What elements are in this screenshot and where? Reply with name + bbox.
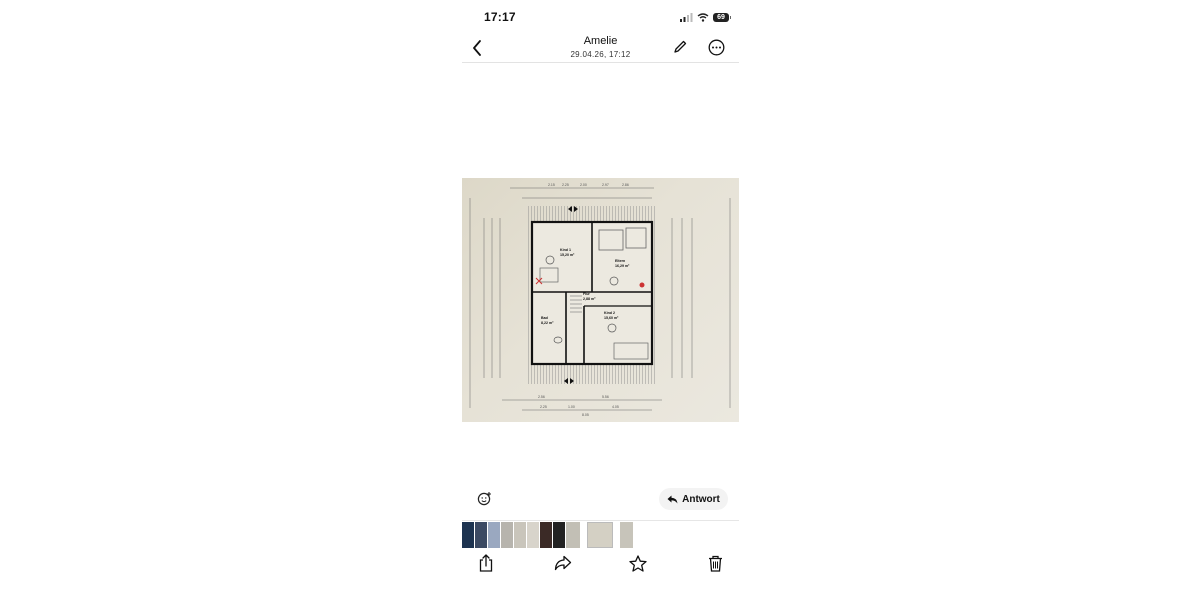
thumbnail[interactable] bbox=[540, 522, 552, 548]
share-button[interactable] bbox=[475, 552, 497, 574]
dim-top-4: 2.97 bbox=[602, 183, 609, 187]
floor-plan-photo[interactable]: 2.15 2.25 2.00 2.97 2.86 2.56 5.56 2.25 … bbox=[462, 178, 739, 422]
thumbnail[interactable] bbox=[566, 522, 580, 548]
photo-timestamp: 29.04.26, 17:12 bbox=[570, 50, 631, 59]
dim-top-5: 2.86 bbox=[622, 183, 629, 187]
dim-bottom-1: 2.56 bbox=[538, 395, 545, 399]
thumbnail[interactable] bbox=[475, 522, 487, 548]
dim-bottom-2: 5.56 bbox=[602, 395, 609, 399]
status-icons: 69 bbox=[680, 10, 731, 24]
thumbnail[interactable] bbox=[501, 522, 513, 548]
thumbnail[interactable] bbox=[462, 522, 474, 548]
signal-icon bbox=[680, 12, 693, 22]
more-icon bbox=[708, 39, 724, 55]
room-kind2-area: 15,60 m² bbox=[604, 316, 619, 320]
thumbnail-current[interactable] bbox=[587, 522, 613, 548]
thumbnail[interactable] bbox=[553, 522, 565, 548]
dim-bottom-3: 2.25 bbox=[540, 405, 547, 409]
dim-bottom-6: 8.05 bbox=[582, 413, 589, 417]
thumbnail[interactable] bbox=[488, 522, 500, 548]
dim-top-2: 2.25 bbox=[562, 183, 569, 187]
thumbnail[interactable] bbox=[620, 522, 633, 548]
edit-button[interactable] bbox=[671, 38, 689, 56]
room-bad: Bad bbox=[541, 316, 548, 320]
forward-icon bbox=[554, 555, 572, 571]
delete-button[interactable] bbox=[704, 552, 726, 574]
nav-bar: Amelie 29.04.26, 17:12 bbox=[462, 34, 739, 63]
room-kind2: Kind 2 bbox=[604, 311, 615, 315]
photo-viewer-screen: 17:17 69 Amelie 29.04.26, 17:12 2.15 2.2… bbox=[462, 0, 739, 600]
reply-arrow-icon bbox=[667, 495, 678, 503]
forward-button[interactable] bbox=[552, 552, 574, 574]
reply-button[interactable]: Antwort bbox=[659, 488, 728, 510]
smiley-plus-icon bbox=[477, 491, 491, 505]
battery-icon: 69 bbox=[713, 12, 731, 22]
thumbnail[interactable] bbox=[514, 522, 526, 548]
status-bar: 17:17 69 bbox=[462, 0, 739, 34]
star-icon bbox=[629, 554, 647, 572]
share-icon bbox=[479, 554, 493, 572]
room-eltern: Eltern bbox=[615, 259, 625, 263]
bottom-toolbar bbox=[462, 550, 739, 576]
trash-icon bbox=[708, 555, 722, 572]
dim-bottom-5: 4.05 bbox=[612, 405, 619, 409]
dim-top-1: 2.15 bbox=[548, 183, 555, 187]
floor-plan-drawing: 2.15 2.25 2.00 2.97 2.86 2.56 5.56 2.25 … bbox=[469, 183, 731, 417]
dim-bottom-4: 1.00 bbox=[568, 405, 575, 409]
more-options-button[interactable] bbox=[707, 38, 725, 56]
status-time: 17:17 bbox=[484, 10, 516, 24]
room-eltern-area: 16,29 m² bbox=[615, 264, 630, 268]
pencil-icon bbox=[674, 40, 687, 53]
wifi-icon bbox=[697, 12, 709, 22]
conversation-title: Amelie bbox=[583, 35, 618, 47]
room-kind1: Kind 1 bbox=[560, 248, 571, 252]
room-kind1-area: 15,20 m² bbox=[560, 253, 575, 257]
reply-label: Antwort bbox=[682, 493, 720, 505]
room-flur-area: 2,88 m² bbox=[583, 297, 596, 301]
dim-top-3: 2.00 bbox=[580, 183, 587, 187]
add-reaction-button[interactable] bbox=[474, 488, 494, 508]
thumbnail[interactable] bbox=[527, 522, 539, 548]
thumbnail-strip[interactable] bbox=[462, 520, 739, 549]
battery-level: 69 bbox=[717, 13, 725, 21]
room-bad-area: 8,22 m² bbox=[541, 321, 554, 325]
room-flur: Flur bbox=[583, 292, 590, 296]
star-button[interactable] bbox=[627, 552, 649, 574]
